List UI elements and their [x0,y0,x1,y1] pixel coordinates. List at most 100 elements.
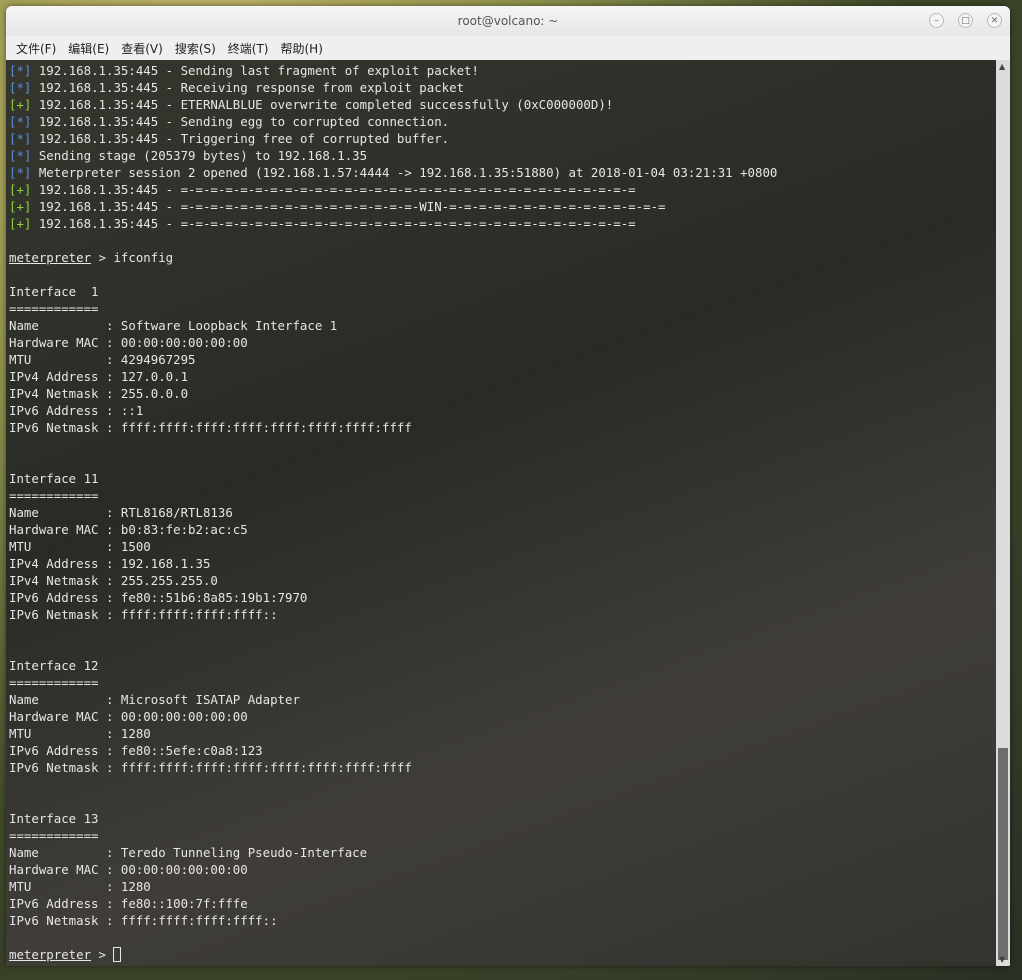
menu-edit[interactable]: 编辑(E) [62,40,115,57]
line-text: > ifconfig [91,250,174,265]
menu-terminal[interactable]: 终端(T) [222,40,275,57]
menu-view[interactable]: 查看(V) [115,40,169,57]
line-text: ============ [9,301,99,316]
terminal-line: IPv4 Address : 192.168.1.35 [9,555,996,572]
terminal-line: [+] 192.168.1.35:445 - =-=-=-=-=-=-=-=-=… [9,215,996,232]
terminal-line: Name : Software Loopback Interface 1 [9,317,996,334]
line-text: Name : RTL8168/RTL8136 [9,505,233,520]
scroll-thumb[interactable] [998,748,1008,960]
menu-file[interactable]: 文件(F) [10,40,62,57]
terminal-line: IPv6 Netmask : ffff:ffff:ffff:ffff:: [9,606,996,623]
info-tag: [*] [9,63,32,78]
terminal-line: meterpreter > [9,946,996,963]
text-cursor[interactable] [113,947,122,962]
line-text: Hardware MAC : 00:00:00:00:00:00 [9,709,248,724]
terminal-line: Name : RTL8168/RTL8136 [9,504,996,521]
line-text: IPv6 Netmask : ffff:ffff:ffff:ffff:: [9,607,278,622]
window-title: root@volcano: ~ [457,14,559,28]
line-text: IPv6 Address : ::1 [9,403,144,418]
terminal-line: ============ [9,674,996,691]
terminal-line: Interface 1 [9,283,996,300]
line-text: ============ [9,488,99,503]
line-text: 192.168.1.35:445 - =-=-=-=-=-=-=-=-=-=-=… [31,182,636,197]
terminal-line: [+] 192.168.1.35:445 - =-=-=-=-=-=-=-=-=… [9,198,996,215]
line-text: Interface 11 [9,471,99,486]
success-tag: [+] [9,199,32,214]
line-text: MTU : 1280 [9,726,151,741]
line-text: Hardware MAC : 00:00:00:00:00:00 [9,862,248,877]
meterpreter-prompt: meterpreter [9,947,92,962]
line-text: Hardware MAC : 00:00:00:00:00:00 [9,335,248,350]
line-text: Name : Microsoft ISATAP Adapter [9,692,300,707]
maximize-icon[interactable]: □ [958,13,973,28]
success-tag: [+] [9,97,32,112]
line-text: IPv6 Address : fe80::51b6:8a85:19b1:7970 [9,590,308,605]
terminal-line: Interface 11 [9,470,996,487]
minimize-icon[interactable]: – [929,13,944,28]
line-text: > [91,947,114,962]
terminal-line: Hardware MAC : 00:00:00:00:00:00 [9,861,996,878]
terminal-line: Hardware MAC : 00:00:00:00:00:00 [9,334,996,351]
terminal-line: MTU : 1500 [9,538,996,555]
title-bar[interactable]: root@volcano: ~ – □ ✕ [6,6,1010,36]
info-tag: [*] [9,148,32,163]
terminal-line: ============ [9,300,996,317]
line-text: 192.168.1.35:445 - ETERNALBLUE overwrite… [31,97,614,112]
terminal-line: [*] 192.168.1.35:445 - Sending egg to co… [9,113,996,130]
menu-help[interactable]: 帮助(H) [275,40,329,57]
line-text: MTU : 1280 [9,879,151,894]
line-text: IPv6 Netmask : ffff:ffff:ffff:ffff:ffff:… [9,760,412,775]
terminal-line: IPv4 Netmask : 255.255.255.0 [9,572,996,589]
line-text: 192.168.1.35:445 - Sending egg to corrup… [31,114,450,129]
line-text: IPv6 Address : fe80::100:7f:fffe [9,896,248,911]
success-tag: [+] [9,216,32,231]
info-tag: [*] [9,131,32,146]
line-text: Interface 1 [9,284,99,299]
line-text: IPv6 Netmask : ffff:ffff:ffff:ffff:: [9,913,278,928]
terminal-line: Interface 12 [9,657,996,674]
scroll-down-icon[interactable]: ▼ [999,955,1005,964]
meterpreter-prompt: meterpreter [9,250,92,265]
scroll-up-icon[interactable]: ▲ [999,62,1005,71]
success-tag: [+] [9,182,32,197]
info-tag: [*] [9,114,32,129]
terminal-line: IPv6 Address : fe80::51b6:8a85:19b1:7970 [9,589,996,606]
terminal-line: IPv6 Netmask : ffff:ffff:ffff:ffff:ffff:… [9,759,996,776]
line-text: Hardware MAC : b0:83:fe:b2:ac:c5 [9,522,248,537]
terminal-line: MTU : 1280 [9,878,996,895]
line-text: Interface 12 [9,658,99,673]
terminal-line: [*] 192.168.1.35:445 - Sending last frag… [9,62,996,79]
terminal-line: IPv4 Netmask : 255.0.0.0 [9,385,996,402]
line-text: Interface 13 [9,811,99,826]
line-text: 192.168.1.35:445 - =-=-=-=-=-=-=-=-=-=-=… [31,199,666,214]
terminal-line: [*] Meterpreter session 2 opened (192.16… [9,164,996,181]
terminal-line: Name : Teredo Tunneling Pseudo-Interface [9,844,996,861]
line-text: ============ [9,828,99,843]
vertical-scrollbar[interactable]: ▲ ▼ [996,60,1010,966]
close-icon[interactable]: ✕ [987,13,1002,28]
terminal-line: [*] 192.168.1.35:445 - Triggering free o… [9,130,996,147]
menu-search[interactable]: 搜索(S) [169,40,222,57]
terminal-line: [+] 192.168.1.35:445 - ETERNALBLUE overw… [9,96,996,113]
terminal-line: [+] 192.168.1.35:445 - =-=-=-=-=-=-=-=-=… [9,181,996,198]
line-text: MTU : 1500 [9,539,151,554]
line-text: IPv4 Netmask : 255.255.255.0 [9,573,218,588]
line-text: IPv6 Netmask : ffff:ffff:ffff:ffff:ffff:… [9,420,412,435]
line-text: Name : Teredo Tunneling Pseudo-Interface [9,845,368,860]
terminal-output[interactable]: [*] 192.168.1.35:445 - Sending last frag… [6,60,996,966]
window-controls: – □ ✕ [929,13,1002,28]
menu-bar: 文件(F) 编辑(E) 查看(V) 搜索(S) 终端(T) 帮助(H) [6,36,1010,60]
line-text: 192.168.1.35:445 - =-=-=-=-=-=-=-=-=-=-=… [31,216,636,231]
terminal-line: Interface 13 [9,810,996,827]
line-text: 192.168.1.35:445 - Receiving response fr… [31,80,465,95]
line-text: MTU : 4294967295 [9,352,196,367]
terminal-line: MTU : 1280 [9,725,996,742]
terminal-line: [*] 192.168.1.35:445 - Receiving respons… [9,79,996,96]
